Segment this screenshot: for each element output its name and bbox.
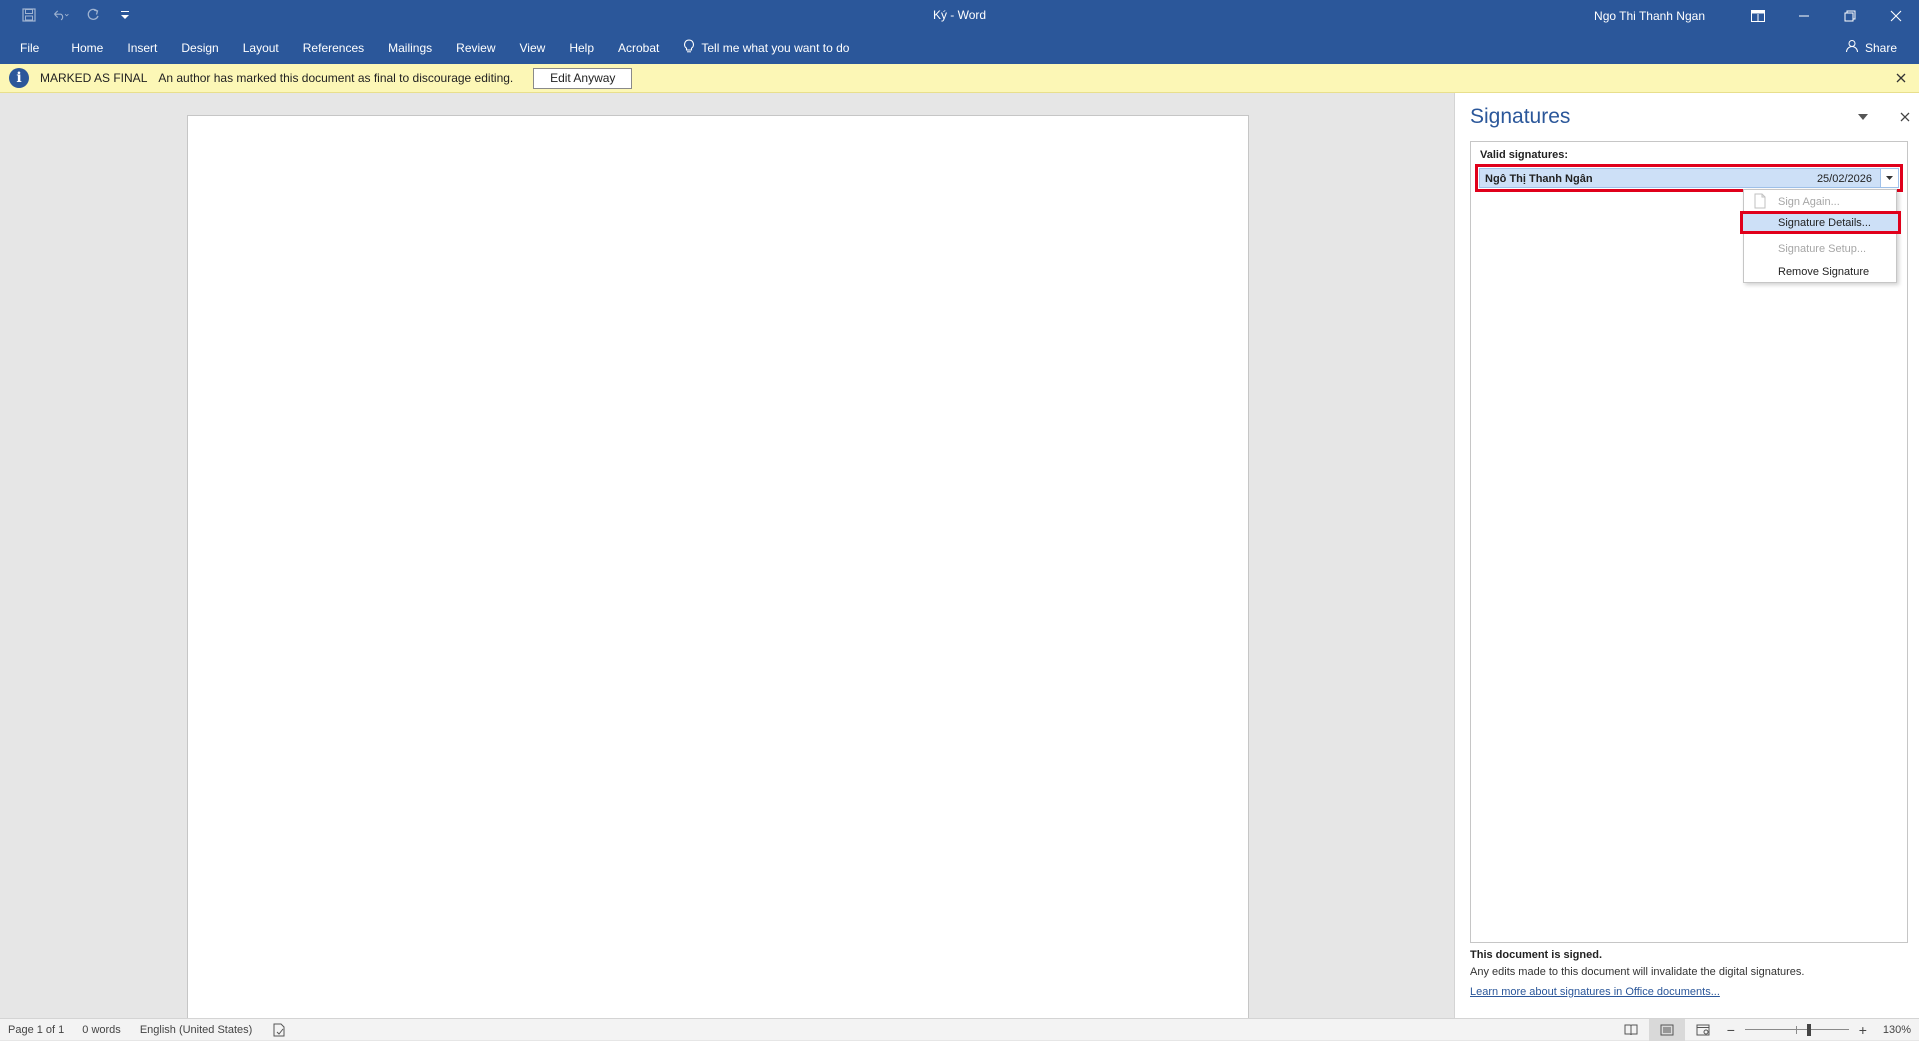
sign-document-icon (1752, 193, 1768, 209)
minimize-icon[interactable] (1781, 0, 1827, 31)
proofing-icon[interactable] (272, 1023, 286, 1037)
pane-title: Signatures (1470, 105, 1571, 128)
tab-insert[interactable]: Insert (115, 31, 169, 64)
tab-home[interactable]: Home (59, 31, 115, 64)
zoom-out-button[interactable]: − (1721, 1022, 1741, 1038)
document-area (0, 93, 1454, 1025)
signed-warning: Any edits made to this document will inv… (1470, 966, 1805, 978)
edit-anyway-button[interactable]: Edit Anyway (533, 67, 633, 89)
learn-more-link[interactable]: Learn more about signatures in Office do… (1470, 986, 1910, 998)
signature-date: 25/02/2026 (1816, 173, 1872, 185)
tab-design[interactable]: Design (169, 31, 230, 64)
tab-review[interactable]: Review (444, 31, 507, 64)
pane-close-icon[interactable] (1895, 107, 1915, 127)
save-icon[interactable] (20, 6, 38, 24)
close-icon[interactable] (1873, 0, 1919, 31)
zoom-in-button[interactable]: + (1853, 1022, 1873, 1038)
restore-icon[interactable] (1827, 0, 1873, 31)
share-button[interactable]: Share (1845, 31, 1897, 64)
menu-item-remove-signature[interactable]: Remove Signature (1744, 260, 1896, 283)
menu-item-label: Sign Again... (1778, 195, 1840, 208)
page-count[interactable]: Page 1 of 1 (8, 1024, 64, 1036)
menu-item-label: Signature Setup... (1778, 242, 1867, 255)
zoom-slider[interactable] (1744, 1019, 1849, 1041)
zoom-slider-thumb[interactable] (1806, 1024, 1811, 1036)
menu-item-label: Signature Details... (1778, 216, 1871, 229)
tab-help[interactable]: Help (557, 31, 606, 64)
web-layout-icon[interactable] (1685, 1019, 1721, 1041)
signature-context-menu: Sign Again... Signature Details... Signa… (1740, 189, 1901, 283)
zoom-level[interactable]: 130% (1883, 1024, 1911, 1036)
signature-item[interactable]: Ngô Thị Thanh Ngân 25/02/2026 (1475, 164, 1903, 192)
tab-mailings[interactable]: Mailings (376, 31, 444, 64)
tab-acrobat[interactable]: Acrobat (606, 31, 671, 64)
tell-me-box[interactable]: Tell me what you want to do (671, 39, 861, 56)
print-layout-icon[interactable] (1648, 1019, 1685, 1041)
tab-file[interactable]: File (0, 31, 59, 64)
title-bar: Ký - Word Ngo Thi Thanh Ngan (0, 0, 1919, 31)
info-icon: i (9, 68, 29, 88)
person-icon (1845, 39, 1859, 56)
quick-access-toolbar (20, 6, 134, 24)
message-close-icon[interactable] (1891, 68, 1911, 88)
document-page[interactable] (187, 115, 1249, 1025)
signature-dropdown-icon[interactable] (1880, 169, 1898, 187)
signer-name: Ngô Thị Thanh Ngân (1485, 173, 1593, 185)
redo-icon[interactable] (84, 6, 102, 24)
ribbon-tabs-bar: File Home Insert Design Layout Reference… (0, 31, 1919, 64)
tab-references[interactable]: References (291, 31, 376, 64)
valid-signatures-label: Valid signatures: (1480, 149, 1569, 161)
customize-qat-icon[interactable] (116, 6, 134, 24)
pane-footer: This document is signed. Any edits made … (1470, 949, 1910, 998)
tab-view[interactable]: View (508, 31, 558, 64)
undo-icon[interactable] (52, 6, 70, 24)
word-count[interactable]: 0 words (82, 1024, 121, 1036)
share-label: Share (1864, 40, 1897, 55)
language[interactable]: English (United States) (140, 1024, 253, 1036)
message-text: An author has marked this document as fi… (158, 71, 514, 85)
status-bar: Page 1 of 1 0 words English (United Stat… (0, 1018, 1919, 1041)
pane-options-icon[interactable] (1853, 107, 1873, 127)
menu-item-sign-again[interactable]: Sign Again... (1744, 190, 1896, 213)
tab-layout[interactable]: Layout (231, 31, 291, 64)
tell-me-label: Tell me what you want to do (701, 40, 850, 55)
user-name[interactable]: Ngo Thi Thanh Ngan (1594, 9, 1705, 23)
menu-item-label: Remove Signature (1778, 265, 1870, 278)
ribbon-display-options-icon[interactable] (1735, 0, 1781, 31)
read-mode-icon[interactable] (1613, 1019, 1649, 1041)
marked-as-final-bar: i MARKED AS FINAL An author has marked t… (0, 64, 1919, 93)
signed-status: This document is signed. (1470, 949, 1603, 961)
lightbulb-icon (683, 39, 695, 56)
menu-item-signature-details[interactable]: Signature Details... (1740, 211, 1901, 234)
menu-item-signature-setup[interactable]: Signature Setup... (1744, 237, 1896, 260)
message-title: MARKED AS FINAL (40, 71, 148, 85)
